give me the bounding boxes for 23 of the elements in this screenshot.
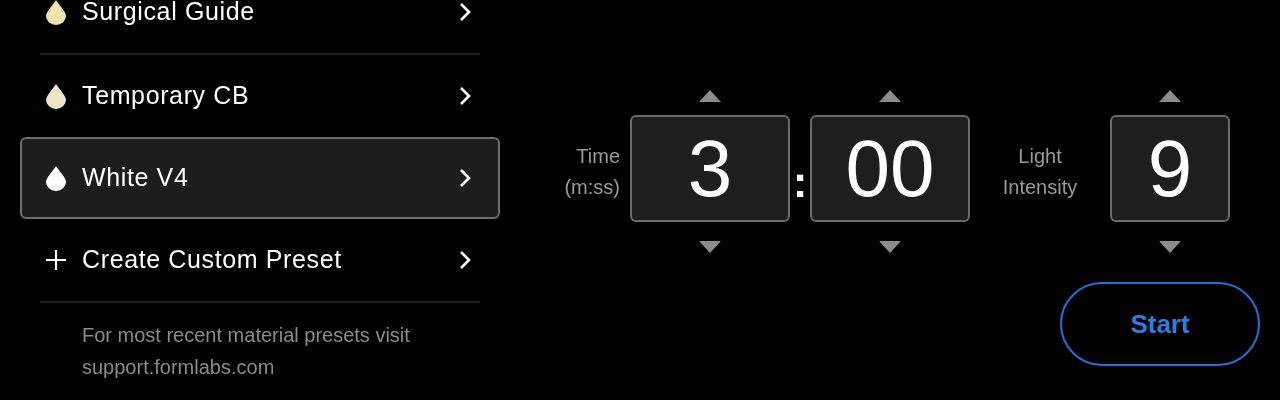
preset-item[interactable]: White V4 (20, 137, 500, 219)
chevron-right-icon (458, 85, 472, 107)
chevron-right-icon (458, 1, 472, 23)
decrement-button[interactable] (878, 240, 902, 254)
colon: : (791, 156, 809, 208)
value-field[interactable]: 00 (810, 115, 970, 222)
time-label: Time (m:ss) (563, 144, 621, 200)
preset-item[interactable]: Temporary CB (20, 55, 500, 137)
footer-note: For most recent material presets visit support.formlabs.com (82, 323, 411, 380)
increment-button[interactable] (878, 89, 902, 103)
preset-item[interactable]: Create Custom Preset (20, 219, 500, 301)
decrement-button[interactable] (1158, 240, 1182, 254)
chevron-right-icon (458, 249, 472, 271)
start-button[interactable]: Start (1060, 282, 1260, 366)
preset-item[interactable]: Surgical Guide (20, 0, 500, 53)
plus-icon (45, 249, 67, 271)
value-field[interactable]: 3 (630, 115, 790, 222)
increment-button[interactable] (1158, 89, 1182, 103)
chevron-right-icon (458, 167, 472, 189)
value-field[interactable]: 9 (1110, 115, 1230, 222)
increment-button[interactable] (698, 89, 722, 103)
decrement-button[interactable] (698, 240, 722, 254)
light-intensity-label: Light Intensity (1001, 144, 1079, 200)
